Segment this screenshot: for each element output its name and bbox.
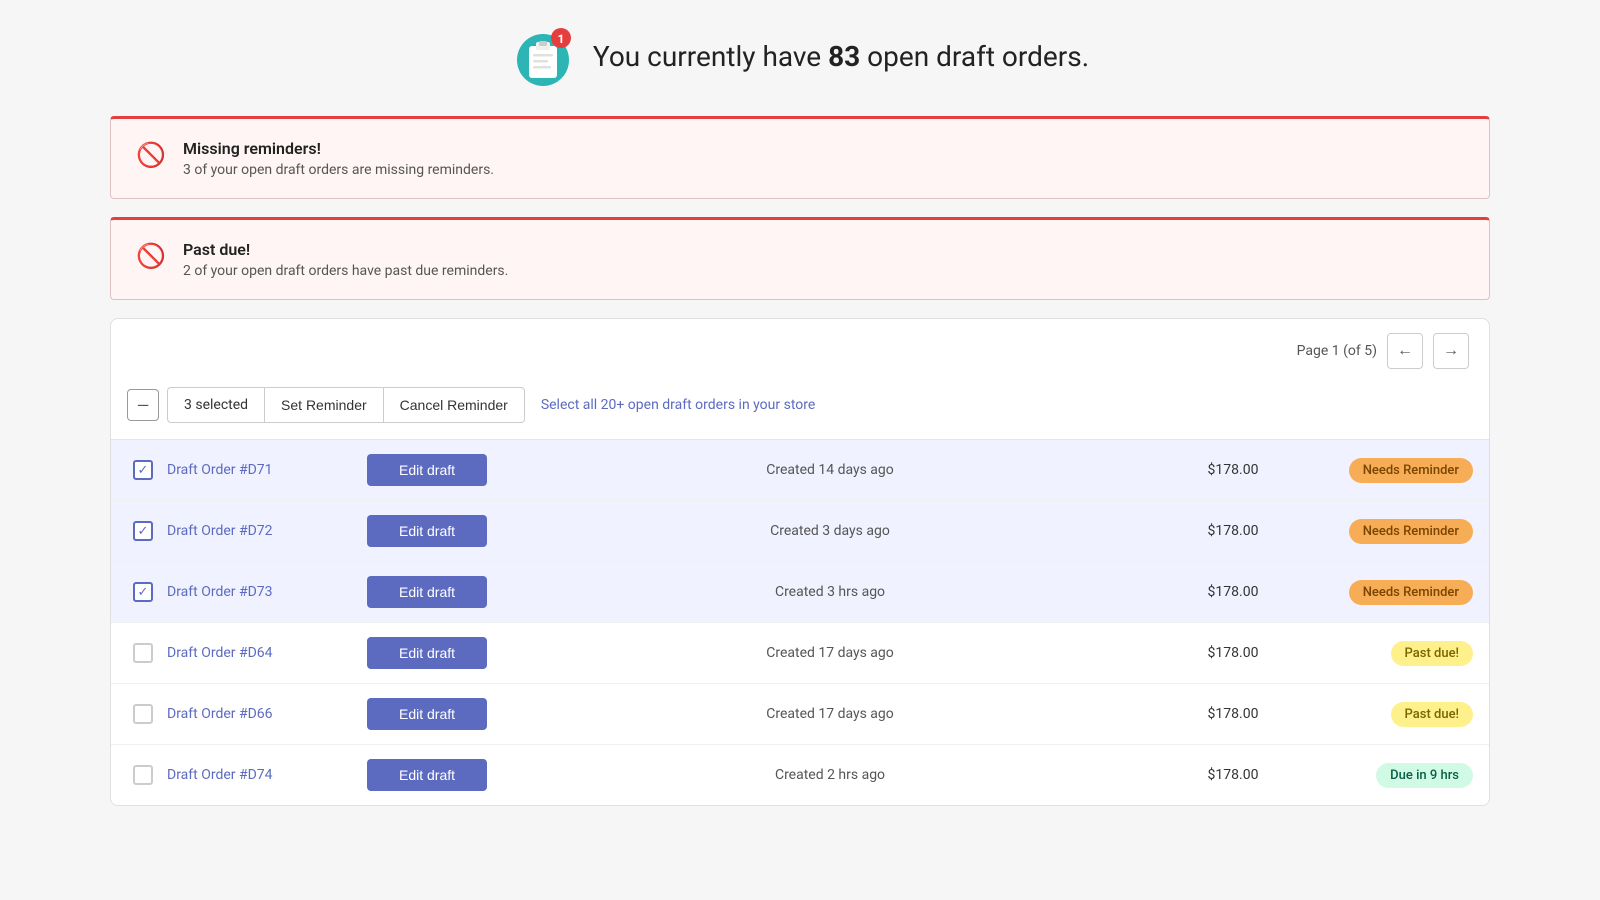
order-name-D74[interactable]: Draft Order #D74 — [167, 767, 367, 783]
checkbox-box-D74: ✓ — [133, 765, 153, 785]
prev-page-button[interactable]: ← — [1387, 333, 1423, 369]
checkbox-check-D72: ✓ — [138, 524, 149, 539]
order-name-D64[interactable]: Draft Order #D64 — [167, 645, 367, 661]
status-badge-D72: Needs Reminder — [1349, 519, 1473, 544]
alert-icon-missing-reminders: 🚫 — [135, 139, 167, 171]
alert-banner-missing-reminders: 🚫 Missing reminders! 3 of your open draf… — [110, 116, 1490, 199]
minus-icon: — — [137, 396, 150, 415]
edit-draft-button-D73[interactable]: Edit draft — [367, 576, 487, 608]
order-created-D64: Created 17 days ago — [487, 645, 1173, 661]
order-created-D73: Created 3 hrs ago — [487, 584, 1173, 600]
app-icon: 1 — [511, 24, 575, 88]
pagination-row: Page 1 (of 5) ← → — [111, 319, 1489, 379]
set-reminder-button[interactable]: Set Reminder — [264, 387, 383, 423]
order-created-D71: Created 14 days ago — [487, 462, 1173, 478]
order-created-D72: Created 3 days ago — [487, 523, 1173, 539]
svg-text:1: 1 — [557, 32, 564, 46]
alert-desc-missing-reminders: 3 of your open draft orders are missing … — [183, 162, 494, 178]
edit-draft-button-D74[interactable]: Edit draft — [367, 759, 487, 791]
status-badge-D66: Past due! — [1391, 702, 1473, 727]
order-status-D72: Needs Reminder — [1293, 519, 1473, 544]
edit-draft-button-D64[interactable]: Edit draft — [367, 637, 487, 669]
checkbox-check-D71: ✓ — [138, 463, 149, 478]
toolbar-row: — 3 selected Set Reminder Cancel Reminde… — [111, 379, 1489, 440]
next-page-button[interactable]: → — [1433, 333, 1469, 369]
row-checkbox-D64[interactable]: ✓ — [127, 637, 159, 669]
row-checkbox-D72[interactable]: ✓ — [127, 515, 159, 547]
alert-banner-past-due: 🚫 Past due! 2 of your open draft orders … — [110, 217, 1490, 300]
table-row: ✓ Draft Order #D64 Edit draft Created 17… — [111, 623, 1489, 684]
order-status-D66: Past due! — [1293, 702, 1473, 727]
order-amount-D71: $178.00 — [1173, 462, 1293, 478]
checkbox-box-D71: ✓ — [133, 460, 153, 480]
row-checkbox-D74[interactable]: ✓ — [127, 759, 159, 791]
select-all-checkbox[interactable]: — — [127, 389, 159, 421]
checkbox-box-D72: ✓ — [133, 521, 153, 541]
orders-table-card: Page 1 (of 5) ← → — 3 selected Set Remin… — [110, 318, 1490, 806]
alert-icon-past-due: 🚫 — [135, 240, 167, 272]
status-badge-D71: Needs Reminder — [1349, 458, 1473, 483]
row-checkbox-D73[interactable]: ✓ — [127, 576, 159, 608]
order-created-D74: Created 2 hrs ago — [487, 767, 1173, 783]
order-name-D66[interactable]: Draft Order #D66 — [167, 706, 367, 722]
selected-count-display: 3 selected — [167, 387, 264, 423]
status-badge-D73: Needs Reminder — [1349, 580, 1473, 605]
order-amount-D72: $178.00 — [1173, 523, 1293, 539]
order-status-D64: Past due! — [1293, 641, 1473, 666]
table-row: ✓ Draft Order #D74 Edit draft Created 2 … — [111, 745, 1489, 805]
order-name-D73[interactable]: Draft Order #D73 — [167, 584, 367, 600]
order-status-D71: Needs Reminder — [1293, 458, 1473, 483]
table-row: ✓ Draft Order #D71 Edit draft Created 14… — [111, 440, 1489, 501]
order-status-D74: Due in 9 hrs — [1293, 763, 1473, 788]
checkbox-box-D66: ✓ — [133, 704, 153, 724]
table-row: ✓ Draft Order #D66 Edit draft Created 17… — [111, 684, 1489, 745]
edit-draft-button-D66[interactable]: Edit draft — [367, 698, 487, 730]
order-name-D71[interactable]: Draft Order #D71 — [167, 462, 367, 478]
checkbox-box-D73: ✓ — [133, 582, 153, 602]
edit-draft-button-D72[interactable]: Edit draft — [367, 515, 487, 547]
status-badge-D74: Due in 9 hrs — [1376, 763, 1473, 788]
order-name-D72[interactable]: Draft Order #D72 — [167, 523, 367, 539]
select-all-link[interactable]: Select all 20+ open draft orders in your… — [541, 397, 815, 413]
table-row: ✓ Draft Order #D72 Edit draft Created 3 … — [111, 501, 1489, 562]
page-title: You currently have 83 open draft orders. — [593, 40, 1089, 73]
edit-draft-button-D71[interactable]: Edit draft — [367, 454, 487, 486]
row-checkbox-D71[interactable]: ✓ — [127, 454, 159, 486]
order-amount-D74: $178.00 — [1173, 767, 1293, 783]
checkbox-box-D64: ✓ — [133, 643, 153, 663]
order-amount-D64: $178.00 — [1173, 645, 1293, 661]
table-row: ✓ Draft Order #D73 Edit draft Created 3 … — [111, 562, 1489, 623]
status-badge-D64: Past due! — [1391, 641, 1473, 666]
page-info: Page 1 (of 5) — [1297, 343, 1377, 359]
alert-content-past-due: Past due! 2 of your open draft orders ha… — [183, 240, 508, 279]
alert-title-past-due: Past due! — [183, 240, 508, 259]
alert-desc-past-due: 2 of your open draft orders have past du… — [183, 263, 508, 279]
checkbox-check-D73: ✓ — [138, 585, 149, 600]
alert-content-missing-reminders: Missing reminders! 3 of your open draft … — [183, 139, 494, 178]
alert-title-missing-reminders: Missing reminders! — [183, 139, 494, 158]
cancel-reminder-button[interactable]: Cancel Reminder — [383, 387, 525, 423]
row-checkbox-D66[interactable]: ✓ — [127, 698, 159, 730]
page-header: 1 You currently have 83 open draft order… — [110, 24, 1490, 88]
order-status-D73: Needs Reminder — [1293, 580, 1473, 605]
order-amount-D66: $178.00 — [1173, 706, 1293, 722]
order-created-D66: Created 17 days ago — [487, 706, 1173, 722]
order-amount-D73: $178.00 — [1173, 584, 1293, 600]
